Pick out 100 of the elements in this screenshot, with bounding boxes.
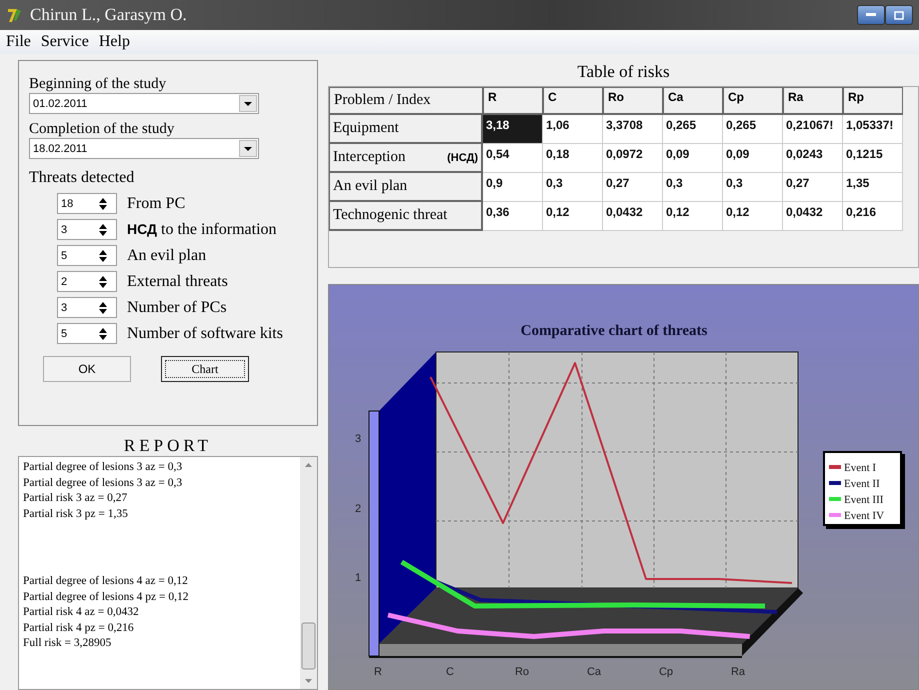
legend-label: Event II (844, 478, 880, 490)
row-name: Technogenic threat (333, 207, 448, 224)
column-header: Ca (663, 87, 723, 115)
app-logo-icon (6, 6, 24, 24)
date-dropdown[interactable]: 18.02.2011 (29, 138, 259, 159)
maximize-icon (894, 10, 904, 20)
spinner-label: Number of software kits (127, 324, 283, 342)
table-cell[interactable]: 0,0243 (783, 144, 843, 173)
number-spinner[interactable]: 5 (57, 323, 117, 344)
report-line: Partial degree of lesions 3 az = 0,3 (23, 476, 184, 490)
table-cell[interactable]: 0,265 (723, 115, 783, 144)
table-cell[interactable]: 0,12 (663, 202, 723, 231)
report-title: REPORT (122, 436, 214, 456)
number-spinner[interactable]: 3 (57, 219, 117, 240)
table-cell[interactable]: 0,09 (723, 144, 783, 173)
minimize-button[interactable] (857, 5, 885, 25)
report-line: Partial risk 4 pz = 0,216 (23, 620, 135, 636)
number-spinner[interactable]: 3 (57, 297, 117, 318)
table-cell[interactable]: 0,0432 (603, 202, 663, 231)
x-axis-label: Ra (730, 666, 746, 678)
column-header: Ra (783, 87, 843, 115)
table-title: Table of risks (576, 62, 671, 82)
spinner-label: Number of PCs (127, 298, 227, 316)
chart-title: Comparative chart of threats (520, 323, 708, 339)
action-button[interactable]: OK (43, 356, 131, 382)
y-axis-label: 2 (355, 503, 362, 515)
minimize-icon (866, 13, 876, 17)
table-cell[interactable]: 0,27 (783, 173, 843, 202)
number-spinner[interactable]: 5 (57, 245, 117, 266)
table-cell[interactable]: 1,06 (543, 115, 603, 144)
table-cell[interactable]: 0,18 (543, 144, 603, 173)
table-cell[interactable]: 0,3 (663, 173, 723, 202)
date-dropdown[interactable]: 01.02.2011 (29, 93, 259, 114)
column-header: Ro (603, 87, 663, 115)
table-cell[interactable]: 3,18 (483, 115, 543, 144)
table-cell[interactable]: 0,0432 (783, 202, 843, 231)
table-cell[interactable]: 0,27 (603, 173, 663, 202)
spin-arrows-icon (98, 326, 108, 340)
menu-item[interactable]: Service (40, 33, 89, 51)
x-axis-label: C (446, 666, 454, 678)
spin-arrows-icon (98, 196, 108, 210)
table-cell[interactable]: 1,05337! (843, 115, 903, 144)
column-header: R (483, 87, 543, 115)
spin-arrows-icon (98, 248, 108, 262)
table-cell[interactable]: 0,216 (843, 202, 903, 231)
table-cell[interactable]: 0,3 (723, 173, 783, 202)
report-line: Partial risk 3 az = 0,27 (23, 491, 128, 506)
table-cell[interactable]: 0,12 (543, 202, 603, 231)
table-cell[interactable]: 0,9 (483, 173, 543, 202)
row-name: An evil plan (333, 178, 408, 195)
table-cell[interactable]: 3,3708 (603, 115, 663, 144)
column-header: Problem / Index (329, 87, 483, 115)
window-title: Chirun L., Garasym O. (30, 5, 187, 25)
table-cell[interactable]: 0,0972 (603, 144, 663, 173)
x-axis-label: Cp (658, 666, 674, 678)
row-name: Equipment (333, 120, 399, 137)
spinner-label: НСД to the information (127, 220, 277, 238)
maximize-button[interactable] (885, 5, 913, 25)
action-button[interactable]: Chart (161, 356, 249, 382)
table-cell[interactable]: 0,54 (483, 144, 543, 173)
table-cell[interactable]: 0,265 (663, 115, 723, 144)
caret-icon (244, 102, 252, 106)
x-axis-label: Ro (514, 666, 530, 678)
caret-icon (244, 146, 252, 150)
y-axis-label: 3 (355, 433, 362, 445)
table-cell[interactable]: 0,12 (723, 202, 783, 231)
legend-label: Event III (844, 494, 884, 506)
spin-arrows-icon (98, 300, 108, 314)
section-label: Threats detected (29, 169, 136, 187)
table-cell[interactable]: 1,35 (843, 173, 903, 202)
menu-item[interactable]: Help (98, 33, 130, 51)
x-axis-label: Ca (586, 666, 602, 678)
spinner-label: From PC (127, 194, 186, 212)
row-note: (НСД) (447, 152, 478, 164)
number-spinner[interactable]: 2 (57, 271, 117, 292)
x-axis-label: R (374, 666, 382, 678)
report-line: Partial risk 4 az = 0,0432 (23, 605, 140, 620)
report-line: Partial degree of lesions 3 az = 0,3 (23, 460, 184, 475)
spinner-label: External threats (127, 272, 228, 290)
report-line: Full risk = 3,28905 (23, 636, 112, 651)
field-label: Completion of the study (29, 120, 176, 138)
table-cell[interactable]: 0,3 (543, 173, 603, 202)
table-cell[interactable]: 0,09 (663, 144, 723, 173)
spin-arrows-icon (98, 222, 108, 236)
y-axis-label: 1 (355, 572, 362, 584)
table-cell[interactable]: 0,1215 (843, 144, 903, 173)
column-header: Cp (723, 87, 783, 115)
row-name: Interception (333, 149, 406, 166)
report-line: Partial degree of lesions 4 az = 0,12 (23, 574, 189, 589)
legend-label: Event IV (844, 510, 884, 522)
spinner-label: An evil plan (127, 246, 206, 264)
table-cell[interactable]: 0,21067! (783, 115, 843, 144)
field-label: Beginning of the study (29, 75, 168, 93)
report-line: Partial risk 3 pz = 1,35 (23, 506, 129, 522)
column-header: C (543, 87, 603, 115)
menu-item[interactable]: File (6, 33, 31, 51)
number-spinner[interactable]: 18 (57, 193, 117, 214)
table-cell[interactable]: 0,36 (483, 202, 543, 231)
column-header: Rp (843, 87, 903, 115)
report-line: Partial degree of lesions 4 pz = 0,12 (23, 590, 190, 604)
